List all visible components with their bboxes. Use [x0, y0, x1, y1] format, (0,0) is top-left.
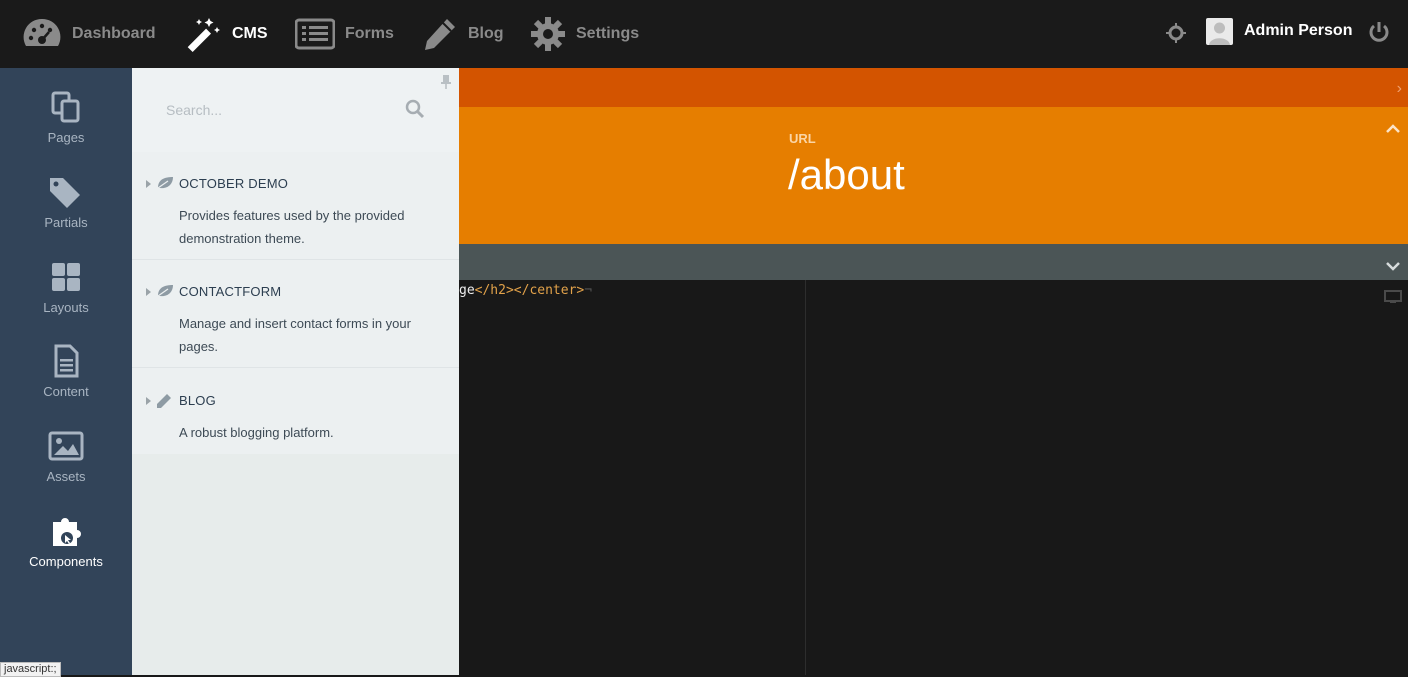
sidebar-item-label: Content: [43, 384, 89, 399]
power-logout-icon[interactable]: [1368, 21, 1390, 48]
cms-sidebar: Pages Partials Layouts Content Assets Co…: [0, 68, 132, 675]
nav-settings[interactable]: Settings: [530, 0, 639, 68]
dashboard-gauge-icon: [22, 16, 62, 52]
sidebar-item-label: Layouts: [43, 300, 89, 315]
nav-dashboard[interactable]: Dashboard: [22, 0, 156, 68]
document-icon: [0, 344, 132, 378]
chevron-up-icon[interactable]: [1386, 121, 1400, 139]
component-description: Provides features used by the provided d…: [179, 208, 405, 246]
expand-arrow-icon[interactable]: [146, 397, 151, 405]
url-label: URL: [789, 131, 816, 146]
component-item-blog[interactable]: BLOG A robust blogging platform.: [132, 385, 459, 453]
nav-forms[interactable]: Forms: [295, 0, 394, 68]
sidebar-item-assets[interactable]: Assets: [0, 429, 132, 513]
nav-label: CMS: [232, 25, 268, 42]
forms-list-icon: [295, 18, 335, 50]
sidebar-item-label: Assets: [46, 469, 86, 484]
gear-icon: [530, 16, 566, 52]
sidebar-item-content[interactable]: Content: [0, 344, 132, 428]
magic-wand-icon: [184, 15, 222, 53]
nav-blog[interactable]: Blog: [422, 0, 504, 68]
code-editor[interactable]: ge</h2></center>¬: [459, 280, 1408, 675]
sidebar-item-label: Pages: [47, 130, 85, 145]
top-navigation-bar: Dashboard CMS Forms Blog Settings Admin …: [0, 0, 1408, 68]
line-end-marker: ¬: [584, 283, 593, 298]
component-title: CONTACTFORM: [179, 284, 282, 299]
expand-arrow-icon[interactable]: [146, 288, 151, 296]
sidebar-item-pages[interactable]: Pages: [0, 90, 132, 174]
component-description: Manage and insert contact forms in your …: [179, 316, 411, 354]
main-content: › URL /about ge</h2></center>¬: [459, 68, 1408, 675]
url-value[interactable]: /about: [788, 151, 905, 199]
nav-label: Forms: [345, 25, 394, 42]
search-icon[interactable]: [405, 99, 425, 124]
image-icon: [0, 429, 132, 463]
component-title: OCTOBER DEMO: [179, 176, 289, 191]
pencil-icon: [156, 393, 172, 414]
component-description: A robust blogging platform.: [179, 425, 334, 440]
code-line: ge</h2></center>¬: [459, 283, 592, 298]
component-item-contactform[interactable]: CONTACTFORM Manage and insert contact fo…: [132, 276, 459, 368]
nav-label: Settings: [576, 25, 640, 42]
components-panel: OCTOBER DEMO Provides features used by t…: [132, 68, 459, 675]
user-name[interactable]: Admin Person: [1244, 22, 1352, 40]
chevron-down-icon[interactable]: [1386, 258, 1400, 276]
editor-divider: [805, 280, 806, 675]
leaf-icon: [156, 284, 174, 303]
sidebar-item-label: Partials: [44, 215, 88, 230]
panel-empty-area: [132, 454, 459, 675]
page-header-strip: ›: [459, 68, 1408, 107]
sidebar-item-label: Components: [29, 554, 103, 569]
crosshair-target-icon[interactable]: [1165, 22, 1187, 49]
layouts-grid-icon: [0, 260, 132, 294]
puzzle-icon: [0, 514, 132, 548]
pin-icon[interactable]: [440, 74, 452, 95]
avatar[interactable]: [1206, 18, 1233, 45]
code-tags: </h2></center>: [474, 283, 585, 298]
search-input[interactable]: [164, 98, 408, 122]
nav-label: Blog: [468, 25, 504, 42]
sidebar-item-layouts[interactable]: Layouts: [0, 260, 132, 344]
sidebar-item-components[interactable]: Components: [0, 514, 132, 598]
pages-icon: [0, 90, 132, 124]
nav-label: Dashboard: [72, 25, 156, 42]
nav-cms[interactable]: CMS: [184, 0, 268, 68]
sidebar-item-partials[interactable]: Partials: [0, 175, 132, 259]
component-item-october-demo[interactable]: OCTOBER DEMO Provides features used by t…: [132, 168, 459, 260]
pencil-icon: [422, 16, 458, 52]
expand-arrow-icon[interactable]: [146, 180, 151, 188]
panel-search-row: [132, 68, 459, 152]
component-title: BLOG: [179, 393, 216, 408]
editor-toolbar: [459, 244, 1408, 280]
leaf-icon: [156, 176, 174, 195]
monitor-icon[interactable]: [1384, 290, 1402, 309]
code-text: ge: [459, 283, 475, 298]
page-url-header: URL /about: [459, 107, 1408, 244]
tags-icon: [0, 175, 132, 209]
chevron-right-icon[interactable]: ›: [1397, 80, 1402, 98]
